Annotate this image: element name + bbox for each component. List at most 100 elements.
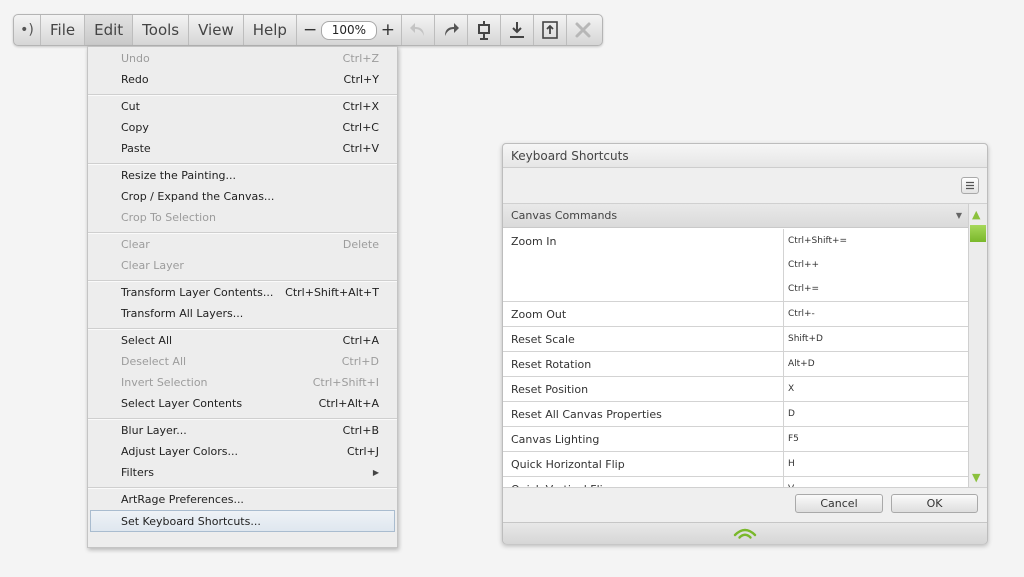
shortcut-key[interactable]: Ctrl+Shift+= [788,229,968,253]
shortcut-keys-cell: Ctrl+- [784,302,968,326]
export-icon [542,21,558,39]
shortcut-keys-cell: V [784,477,968,487]
menu-group: Blur Layer... Ctrl+B Adjust Layer Colors..… [88,419,397,488]
menu-item-label: Copy [121,121,149,134]
menu-help[interactable]: Help [244,15,297,45]
section-header-canvas-commands[interactable]: Canvas Commands ▼ [503,204,968,228]
menu-item-shortcut: Ctrl+Shift+Alt+T [285,286,379,299]
menu-item-shortcut: Ctrl+J [346,445,379,458]
signal-grip-icon[interactable] [731,525,759,541]
menu-item-redo[interactable]: Redo Ctrl+Y [88,69,397,90]
vertical-scrollbar[interactable]: ▲ ▼ [968,204,987,487]
menu-item-blur-layer[interactable]: Blur Layer... Ctrl+B [88,420,397,441]
menu-item-transform-all-layers[interactable]: Transform All Layers... [88,303,397,324]
menu-item-label: Crop To Selection [121,211,216,224]
shortcut-row[interactable]: Reset Scale Shift+D [503,327,968,352]
menu-item-label: Adjust Layer Colors... [121,445,238,458]
menu-item-label: Select Layer Contents [121,397,243,410]
scroll-down-arrow-icon[interactable]: ▼ [972,471,980,484]
zoom-level-field[interactable]: 100% [320,20,377,40]
menu-edit[interactable]: Edit [85,15,134,45]
shortcut-row[interactable]: Reset Position X [503,377,968,402]
canvas-position-button[interactable] [468,15,501,45]
command-name: Canvas Lighting [503,427,784,451]
menu-item-shortcut: Ctrl+V [342,142,379,155]
menu-item-shortcut: Ctrl+Alt+A [318,397,379,410]
menu-file[interactable]: File [41,15,86,45]
menu-group: ArtRage Preferences... Set Keyboard Short… [88,488,397,536]
zoom-out-button[interactable]: − [303,20,317,40]
shortcut-key[interactable]: Ctrl+- [788,302,968,326]
menu-view[interactable]: View [189,15,244,45]
shortcut-row[interactable]: Zoom Out Ctrl+- [503,302,968,327]
keyboard-shortcuts-dialog: Keyboard Shortcuts Canvas Commands ▼ Zoo… [502,143,988,544]
shortcut-key[interactable]: X [788,377,968,401]
submenu-arrow-icon: ▶ [372,468,379,477]
shortcut-row[interactable]: Reset Rotation Alt+D [503,352,968,377]
shortcut-row[interactable]: Reset All Canvas Properties D [503,402,968,427]
menu-item-copy[interactable]: Copy Ctrl+C [88,117,397,138]
shortcut-row[interactable]: Quick Horizontal Flip H [503,452,968,477]
shortcut-key[interactable]: Ctrl++ [788,253,968,277]
shortcut-row[interactable]: Quick Vertical Flip V [503,477,968,487]
menu-item-crop-expand-the-canvas[interactable]: Crop / Expand the Canvas... [88,186,397,207]
scroll-thumb[interactable] [970,225,986,242]
shortcut-row[interactable]: Zoom In Ctrl+Shift+= Ctrl++ Ctrl+= [503,229,968,302]
command-name: Quick Vertical Flip [503,477,784,487]
menu-item-select-all[interactable]: Select All Ctrl+A [88,330,397,351]
dialog-title: Keyboard Shortcuts [503,144,987,168]
app-logo[interactable]: •) [14,15,41,45]
shortcut-row[interactable]: Canvas Lighting F5 [503,427,968,452]
redo-icon [444,23,459,36]
shortcut-key[interactable]: Alt+D [788,352,968,376]
menu-item-label: Undo [121,52,150,65]
close-icon [575,22,591,38]
shortcut-keys-cell: Shift+D [784,327,968,351]
close-button[interactable] [567,15,600,45]
menu-item-transform-layer-contents[interactable]: Transform Layer Contents... Ctrl+Shift+Al… [88,282,397,303]
menu-item-set-keyboard-shortcuts[interactable]: Set Keyboard Shortcuts... [90,510,395,532]
menu-item-shortcut: Ctrl+C [342,121,379,134]
menu-item-label: Cut [121,100,140,113]
zoom-in-button[interactable]: + [381,20,395,40]
menu-item-label: Resize the Painting... [121,169,237,182]
menu-item-resize-the-painting[interactable]: Resize the Painting... [88,165,397,186]
cancel-button[interactable]: Cancel [795,494,883,513]
import-icon [509,22,524,38]
options-menu-button[interactable] [961,177,979,194]
menu-item-select-layer-contents[interactable]: Select Layer Contents Ctrl+Alt+A [88,393,397,414]
menu-item-shortcut: Ctrl+Z [342,52,379,65]
shortcut-key[interactable]: V [788,477,968,487]
export-button[interactable] [534,15,567,45]
menu-item-shortcut: Ctrl+B [342,424,379,437]
menu-item-label: Transform Layer Contents... [121,286,274,299]
ok-button[interactable]: OK [891,494,978,513]
menu-item-cut[interactable]: Cut Ctrl+X [88,96,397,117]
menu-group: Select All Ctrl+A Deselect All Ctrl+D Invert… [88,329,397,419]
dialog-footer [503,522,987,544]
import-button[interactable] [501,15,534,45]
menu-item-artrage-preferences[interactable]: ArtRage Preferences... [88,489,397,510]
undo-button[interactable] [402,15,435,45]
menu-item-invert-selection: Invert Selection Ctrl+Shift+I [88,372,397,393]
section-title: Canvas Commands [511,209,618,222]
menu-tools[interactable]: Tools [133,15,190,45]
menu-group: Clear Delete Clear Layer [88,233,397,281]
shortcut-key[interactable]: Shift+D [788,327,968,351]
menu-item-paste[interactable]: Paste Ctrl+V [88,138,397,159]
dialog-button-bar: Cancel OK [503,487,987,523]
menu-item-adjust-layer-colors[interactable]: Adjust Layer Colors... Ctrl+J [88,441,397,462]
shortcut-key[interactable]: H [788,452,968,476]
scroll-up-arrow-icon[interactable]: ▲ [972,208,980,221]
shortcut-key[interactable]: Ctrl+= [788,277,968,301]
shortcut-key[interactable]: D [788,402,968,426]
redo-button[interactable] [435,15,468,45]
menu-item-label: Crop / Expand the Canvas... [121,190,275,203]
shortcut-keys-cell: Alt+D [784,352,968,376]
shortcuts-list: Canvas Commands ▼ Zoom In Ctrl+Shift+= Ctr… [503,203,987,488]
shortcut-keys-cell: X [784,377,968,401]
shortcut-key[interactable]: F5 [788,427,968,451]
menu-item-label: Clear [121,238,150,251]
command-name: Reset Rotation [503,352,784,376]
menu-item-filters[interactable]: Filters ▶ [88,462,397,483]
